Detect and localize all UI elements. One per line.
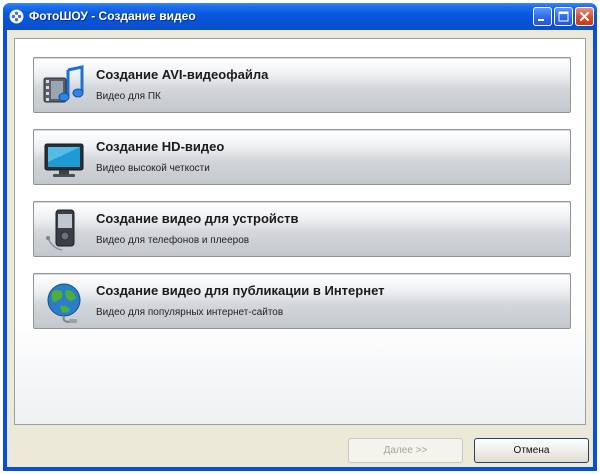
film-music-icon xyxy=(42,64,86,108)
close-icon xyxy=(580,12,589,21)
window-client-area: Создание AVI-видеофайла Видео для ПК Соз… xyxy=(7,30,593,467)
minimize-icon xyxy=(538,19,544,21)
minimize-button[interactable] xyxy=(533,7,552,26)
options-panel: Создание AVI-видеофайла Видео для ПК Соз… xyxy=(14,38,586,425)
app-logo-icon xyxy=(9,9,24,24)
option-title: Создание AVI-видеофайла xyxy=(96,67,269,82)
option-subtitle: Видео для телефонов и плееров xyxy=(96,235,250,246)
globe-icon xyxy=(42,280,86,324)
maximize-icon xyxy=(558,11,569,22)
option-avi-video[interactable]: Создание AVI-видеофайла Видео для ПК xyxy=(33,57,571,113)
option-subtitle: Видео для ПК xyxy=(96,91,161,102)
option-internet-video[interactable]: Создание видео для публикации в Интернет… xyxy=(33,273,571,329)
close-button[interactable] xyxy=(575,7,594,26)
option-subtitle: Видео для популярных интернет-сайтов xyxy=(96,307,284,318)
window-title: ФотоШОУ - Создание видео xyxy=(29,9,196,23)
mobile-player-icon xyxy=(42,208,86,252)
option-title: Создание видео для устройств xyxy=(96,211,299,226)
next-button[interactable]: Далее >> xyxy=(348,438,463,463)
option-device-video[interactable]: Создание видео для устройств Видео для т… xyxy=(33,201,571,257)
maximize-button[interactable] xyxy=(554,7,573,26)
cancel-button[interactable]: Отмена xyxy=(474,438,589,463)
option-title: Создание видео для публикации в Интернет xyxy=(96,283,385,298)
option-hd-video[interactable]: Создание HD-видео Видео высокой четкости xyxy=(33,129,571,185)
option-title: Создание HD-видео xyxy=(96,139,225,154)
monitor-icon xyxy=(42,136,86,180)
option-subtitle: Видео высокой четкости xyxy=(96,163,210,174)
app-window: ФотоШОУ - Создание видео Создание AVI-ви… xyxy=(3,3,597,471)
title-bar[interactable]: ФотоШОУ - Создание видео xyxy=(3,3,597,30)
